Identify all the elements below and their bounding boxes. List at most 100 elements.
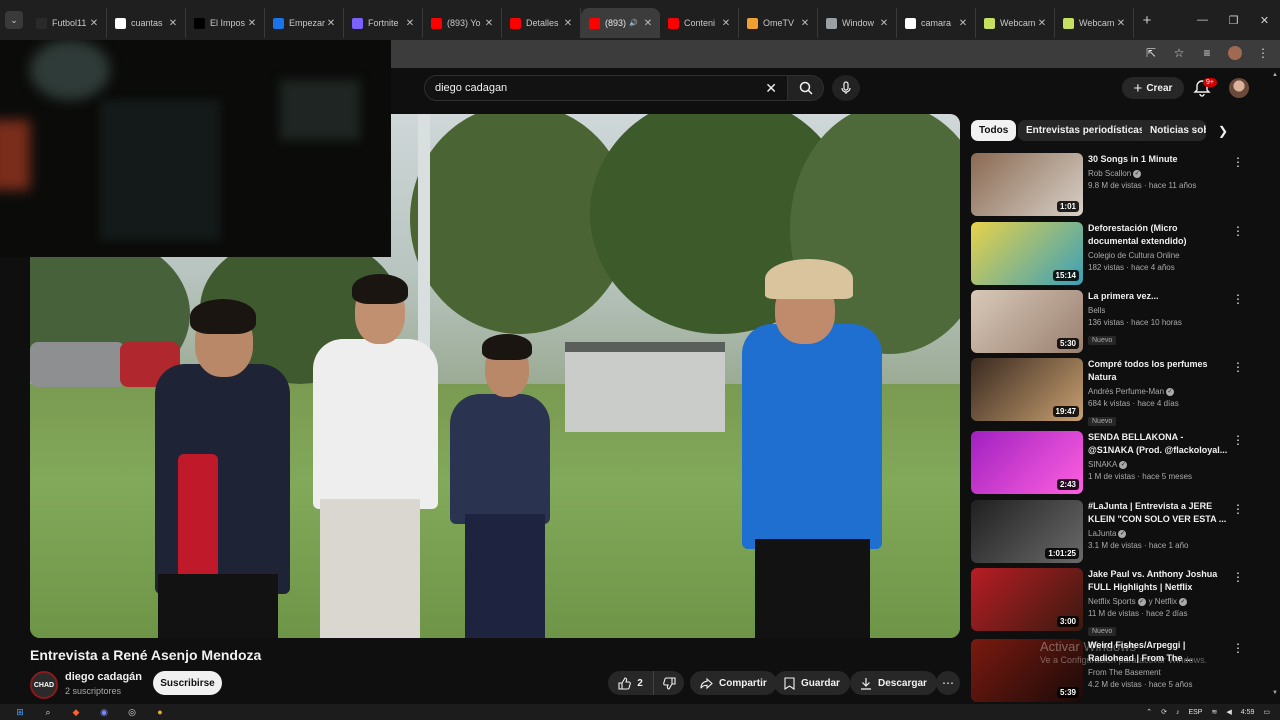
install-app-icon[interactable]: ⇱ — [1144, 46, 1158, 60]
download-button[interactable]: Descargar — [850, 671, 937, 695]
recommendation-channel[interactable]: From The Basement — [1088, 668, 1161, 677]
profile-avatar[interactable] — [1228, 46, 1242, 60]
browser-tab[interactable]: cuantas ✕ — [107, 8, 186, 38]
recommendation-channel[interactable]: Netflix Sports — [1088, 597, 1136, 606]
tray-chevron-icon[interactable]: ⌃ — [1146, 708, 1152, 716]
discord-icon[interactable]: ◉ — [96, 705, 112, 719]
save-button[interactable]: Guardar — [774, 671, 850, 695]
more-vertical-icon[interactable]: ⋮ — [1232, 224, 1244, 238]
recommendation-item[interactable]: 1:01:25 #LaJunta | Entrevista a JERE KLEI… — [970, 500, 1265, 564]
more-vertical-icon[interactable]: ⋮ — [1232, 155, 1244, 169]
more-vertical-icon[interactable]: ⋮ — [1232, 292, 1244, 306]
search-input[interactable]: diego cadagan ✕ — [424, 75, 788, 101]
more-vertical-icon[interactable]: ⋮ — [1232, 570, 1244, 584]
recommendation-title[interactable]: La primera vez... — [1088, 290, 1228, 303]
browser-tab[interactable]: camara ✕ — [897, 8, 976, 38]
tray-mic-icon[interactable]: ♪ — [1176, 709, 1180, 716]
new-tab-button[interactable]: + — [1134, 12, 1160, 29]
recommendation-item[interactable]: 15:14 Deforestación (Micro documental ext… — [970, 222, 1265, 286]
close-tab-icon[interactable]: ✕ — [167, 18, 179, 29]
search-button[interactable] — [788, 75, 824, 101]
chrome-icon[interactable]: ● — [152, 705, 168, 719]
close-tab-icon[interactable]: ✕ — [878, 18, 890, 29]
more-vertical-icon[interactable]: ⋮ — [1232, 502, 1244, 516]
browser-tab[interactable]: Conteni ✕ — [660, 8, 739, 38]
share-button[interactable]: Compartir — [690, 671, 777, 695]
recommendation-channel[interactable]: Bells — [1088, 306, 1105, 315]
recommendation-title[interactable]: SENDA BELLAKONA - @S1NAKA (Prod. @flacko… — [1088, 431, 1228, 457]
recommendation-item[interactable]: 3:00 Jake Paul vs. Anthony Joshua FULL Hi… — [970, 568, 1265, 636]
tab-audio-icon[interactable]: 🔊 — [629, 19, 638, 27]
close-tab-icon[interactable]: ✕ — [483, 18, 495, 29]
browser-menu-icon[interactable]: ⋮ — [1256, 46, 1270, 60]
recommendation-thumbnail[interactable]: 3:00 — [971, 568, 1083, 631]
voice-search-button[interactable] — [832, 75, 860, 101]
browser-tab[interactable]: Empezar ✕ — [265, 8, 344, 38]
scroll-down-icon[interactable]: ▼ — [1272, 690, 1278, 696]
chip-todos[interactable]: Todos — [971, 120, 1017, 141]
recommendation-thumbnail[interactable]: 19:47 — [971, 358, 1083, 421]
close-tab-icon[interactable]: ✕ — [642, 18, 654, 29]
language-indicator[interactable]: ESP — [1188, 709, 1202, 716]
browser-tab[interactable]: Webcam ✕ — [1055, 8, 1134, 38]
browser-tab[interactable]: Futbol11 ✕ — [28, 8, 107, 38]
like-button[interactable]: 2 — [608, 671, 654, 695]
minimize-icon[interactable]: — — [1187, 14, 1218, 26]
clock-time[interactable]: 4:59 — [1241, 709, 1255, 716]
brave-browser-icon[interactable]: ◆ — [68, 705, 84, 719]
close-tab-icon[interactable]: ✕ — [88, 18, 100, 29]
recommendation-thumbnail[interactable]: 15:14 — [971, 222, 1083, 285]
chip-entrevistas[interactable]: Entrevistas periodísticas — [1018, 120, 1153, 141]
recommendation-title[interactable]: Jake Paul vs. Anthony Joshua FULL Highli… — [1088, 568, 1228, 594]
notification-icon[interactable]: ▭ — [1263, 708, 1270, 716]
browser-tab[interactable]: Window ✕ — [818, 8, 897, 38]
close-tab-icon[interactable]: ✕ — [1115, 18, 1127, 29]
page-scrollbar[interactable] — [1272, 68, 1280, 700]
windows-start-icon[interactable]: ⊞ — [12, 705, 28, 719]
more-vertical-icon[interactable]: ⋮ — [1232, 433, 1244, 447]
recommendation-thumbnail[interactable]: 2:43 — [971, 431, 1083, 494]
wifi-icon[interactable]: ≋ — [1211, 708, 1217, 716]
tab-search-button[interactable]: ⌄ — [5, 11, 23, 29]
recommendation-item[interactable]: 2:43 SENDA BELLAKONA - @S1NAKA (Prod. @fl… — [970, 431, 1265, 495]
bookmark-star-icon[interactable]: ☆ — [1172, 46, 1186, 60]
subscribe-button[interactable]: Suscribirse — [153, 671, 222, 695]
recommendation-title[interactable]: #LaJunta | Entrevista a JERE KLEIN "CON … — [1088, 500, 1228, 526]
more-actions-button[interactable]: ⋯ — [936, 671, 960, 695]
tray-app-icon[interactable]: ⟳ — [1161, 708, 1167, 716]
scroll-up-icon[interactable]: ▲ — [1272, 72, 1278, 78]
close-tab-icon[interactable]: ✕ — [1036, 18, 1048, 29]
recommendation-thumbnail[interactable]: 1:01 — [971, 153, 1083, 216]
recommendation-channel[interactable]: LaJunta — [1088, 529, 1116, 538]
recommendation-item[interactable]: 5:30 La primera vez... Bells 136 vistas · h… — [970, 290, 1265, 354]
dislike-button[interactable] — [654, 671, 684, 695]
browser-tab[interactable]: Webcam ✕ — [976, 8, 1055, 38]
recommendation-channel[interactable]: SINAKA — [1088, 460, 1117, 469]
close-tab-icon[interactable]: ✕ — [562, 18, 574, 29]
recommendation-channel[interactable]: Rob Scallon — [1088, 169, 1131, 178]
recommendation-channel-extra[interactable]: y Netflix — [1149, 597, 1177, 606]
create-button[interactable]: + Crear — [1122, 77, 1184, 99]
more-vertical-icon[interactable]: ⋮ — [1232, 360, 1244, 374]
channel-avatar[interactable]: CHAD — [30, 671, 58, 699]
account-avatar[interactable] — [1229, 78, 1249, 98]
browser-tab[interactable]: (893) Yo ✕ — [423, 8, 502, 38]
recommendation-title[interactable]: Deforestación (Micro documental extendid… — [1088, 222, 1228, 248]
close-tab-icon[interactable]: ✕ — [720, 18, 732, 29]
recommendation-item[interactable]: 1:01 30 Songs in 1 Minute Rob Scallon ✓ 9.8 … — [970, 153, 1265, 217]
chip-noticias[interactable]: Noticias sob — [1142, 120, 1206, 141]
app-icon[interactable]: ◎ — [124, 705, 140, 719]
browser-tab[interactable]: (893) 🔊 ✕ — [581, 8, 660, 38]
clear-search-icon[interactable]: ✕ — [765, 80, 777, 97]
channel-name[interactable]: diego cadagán — [65, 671, 142, 683]
recommendation-thumbnail[interactable]: 5:30 — [971, 290, 1083, 353]
restore-icon[interactable]: ❐ — [1218, 14, 1249, 27]
recommendation-channel[interactable]: Colegio de Cultura Online — [1088, 251, 1180, 260]
volume-icon[interactable]: ◀ — [1226, 708, 1231, 716]
close-tab-icon[interactable]: ✕ — [404, 18, 416, 29]
close-window-icon[interactable]: ✕ — [1249, 14, 1280, 27]
close-tab-icon[interactable]: ✕ — [246, 18, 258, 29]
recommendation-title[interactable]: Compré todos los perfumes Natura — [1088, 358, 1228, 384]
close-tab-icon[interactable]: ✕ — [325, 18, 337, 29]
recommendation-title[interactable]: 30 Songs in 1 Minute — [1088, 153, 1228, 166]
